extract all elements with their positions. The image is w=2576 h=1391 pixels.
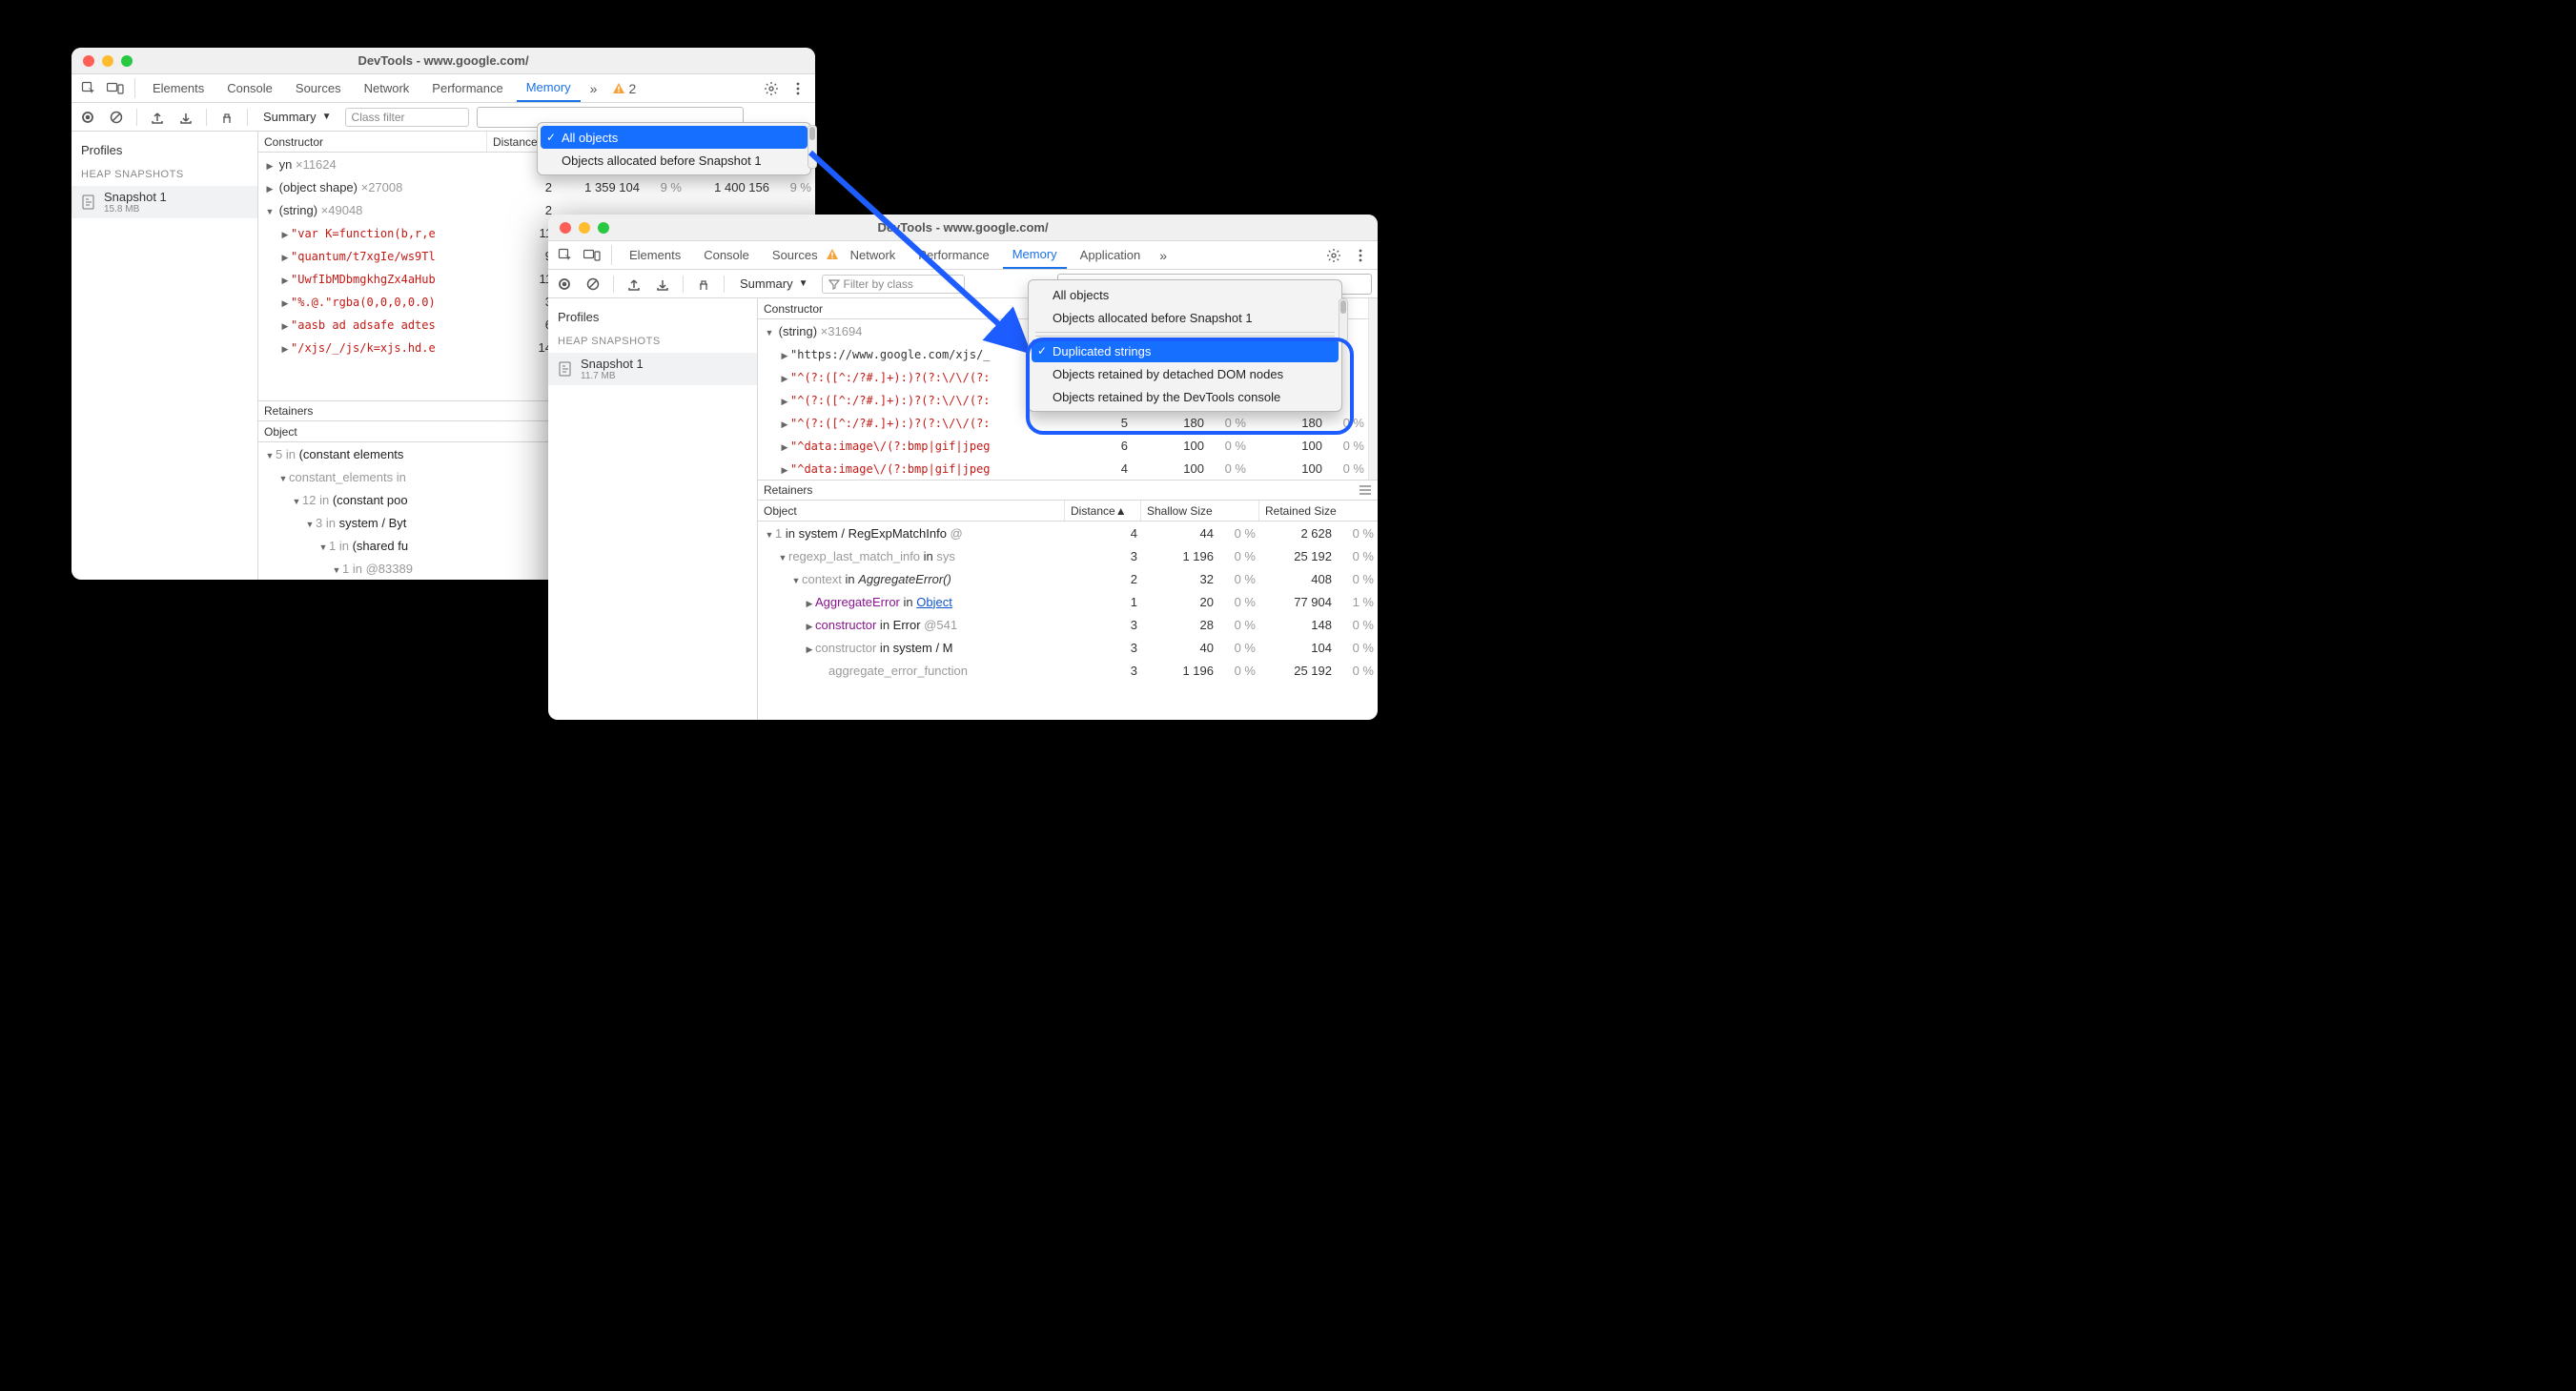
gc-icon[interactable] (693, 274, 714, 295)
download-icon[interactable] (652, 274, 673, 295)
table-row[interactable]: aggregate_error_function31 1960 %25 1920… (758, 659, 1378, 682)
tab-sources[interactable]: Sources (286, 74, 351, 102)
filter-opt-devtools-console[interactable]: Objects retained by the DevTools console (1032, 385, 1339, 408)
table-row[interactable]: ▶constructor in Error @5413280 %1480 % (758, 613, 1378, 636)
device-toggle-icon[interactable] (104, 74, 127, 102)
panel-tabbar: Elements Console Sources Network Perform… (548, 241, 1378, 270)
window-title: DevTools - www.google.com/ (548, 220, 1378, 235)
clear-button[interactable] (583, 274, 603, 295)
profiles-heading: Profiles (72, 137, 257, 163)
snapshot-item[interactable]: Snapshot 1 15.8 MB (72, 186, 257, 218)
heap-snapshots-heading: HEAP SNAPSHOTS (72, 163, 257, 186)
tab-memory[interactable]: Memory (1003, 241, 1067, 269)
filter-opt-before-snapshot-1[interactable]: Objects allocated before Snapshot 1 (541, 149, 808, 172)
filter-opt-detached-dom[interactable]: Objects retained by detached DOM nodes (1032, 362, 1339, 385)
tab-performance[interactable]: Performance (909, 241, 998, 269)
titlebar: DevTools - www.google.com/ (548, 215, 1378, 241)
panel-tabbar: Elements Console Sources Network Perform… (72, 74, 815, 103)
tab-application[interactable]: Application (1071, 241, 1151, 269)
table-row[interactable]: ▶"^data:image\/(?:bmp|gif|jpeg41000 %100… (758, 457, 1368, 480)
filter-opt-before-snapshot-1[interactable]: Objects allocated before Snapshot 1 (1032, 306, 1339, 329)
table-row[interactable]: ▶ (object shape) ×2700821 359 1049 %1 40… (258, 175, 815, 198)
tab-console[interactable]: Console (694, 241, 759, 269)
record-button[interactable] (77, 107, 98, 128)
inspect-icon[interactable] (77, 74, 100, 102)
table-row[interactable]: ▼1 in system / RegExpMatchInfo @4440 %2 … (758, 522, 1378, 544)
col-constructor[interactable]: Constructor (758, 298, 1057, 318)
table-row[interactable]: ▶constructor in system / M3400 %1040 % (758, 636, 1378, 659)
col-retained[interactable]: Retained Size (1259, 501, 1378, 521)
gc-icon[interactable] (216, 107, 237, 128)
download-icon[interactable] (175, 107, 196, 128)
tab-elements[interactable]: Elements (143, 74, 214, 102)
more-tabs-button[interactable]: » (584, 74, 603, 102)
tab-memory[interactable]: Memory (517, 74, 581, 102)
table-row[interactable]: ▼regexp_last_match_info in sys31 1960 %2… (758, 544, 1378, 567)
view-summary-dropdown[interactable]: Summary ▼ (257, 107, 337, 128)
profiles-sidebar: Profiles HEAP SNAPSHOTS Snapshot 1 15.8 … (72, 132, 258, 580)
tab-network[interactable]: Network (355, 74, 419, 102)
table-row[interactable]: ▶"^(?:([^:/?#.]+):)?(?:\/\/(?:51800 %180… (758, 411, 1368, 434)
filter-icon (828, 278, 840, 290)
tab-performance[interactable]: Performance (422, 74, 512, 102)
clear-button[interactable] (106, 107, 127, 128)
warning-triangle-icon (826, 248, 839, 261)
profiles-sidebar: Profiles HEAP SNAPSHOTS Snapshot 1 11.7 … (548, 298, 758, 720)
warnings-indicator[interactable]: 2 (606, 74, 642, 102)
retainers-header: Retainers (758, 480, 1378, 501)
device-toggle-icon[interactable] (581, 241, 603, 269)
view-summary-dropdown[interactable]: Summary ▼ (734, 274, 814, 295)
menu-lines-icon[interactable] (1359, 485, 1372, 495)
snapshot-icon (558, 361, 573, 377)
table-row[interactable]: ▶AggregateError in Object1200 %77 9041 % (758, 590, 1378, 613)
filter-opt-all-objects[interactable]: All objects (1032, 283, 1339, 306)
retainers-table-header: Object Distance▲ Shallow Size Retained S… (758, 501, 1378, 522)
tab-console[interactable]: Console (217, 74, 282, 102)
col-constructor[interactable]: Constructor (258, 132, 487, 152)
popover-scrollbar[interactable] (1339, 298, 1348, 342)
class-filter-input[interactable]: Filter by class (822, 275, 965, 294)
caret-down-icon: ▼ (799, 278, 808, 289)
filter-opt-all-objects[interactable]: All objects (541, 126, 808, 149)
popover-scrollbar[interactable] (808, 125, 817, 169)
caret-down-icon: ▼ (322, 112, 332, 122)
col-distance-sort[interactable]: Distance▲ (1065, 501, 1141, 521)
kebab-menu-icon[interactable] (1349, 241, 1372, 269)
settings-gear-icon[interactable] (760, 74, 783, 102)
tab-network[interactable]: Network (831, 241, 906, 269)
snapshot-item[interactable]: Snapshot 1 11.7 MB (548, 353, 757, 385)
tab-sources[interactable]: Sources (763, 241, 828, 269)
object-filter-menu-2: All objects Objects allocated before Sna… (1028, 279, 1342, 412)
heap-snapshots-heading: HEAP SNAPSHOTS (548, 330, 757, 353)
titlebar: DevTools - www.google.com/ (72, 48, 815, 74)
col-object[interactable]: Object (758, 501, 1065, 521)
table-row[interactable]: ▶"^data:image\/(?:bmp|gif|jpeg61000 %100… (758, 434, 1368, 457)
window-title: DevTools - www.google.com/ (72, 53, 815, 68)
inspect-icon[interactable] (554, 241, 577, 269)
upload-icon[interactable] (624, 274, 644, 295)
profiles-heading: Profiles (548, 304, 757, 330)
settings-gear-icon[interactable] (1322, 241, 1345, 269)
class-filter-input[interactable]: Class filter (345, 108, 469, 127)
tab-elements[interactable]: Elements (620, 241, 690, 269)
more-tabs-button[interactable]: » (1154, 241, 1173, 269)
upload-icon[interactable] (147, 107, 168, 128)
object-filter-menu-1: All objects Objects allocated before Sna… (537, 122, 811, 175)
snapshot-icon (81, 194, 96, 210)
col-shallow[interactable]: Shallow Size (1141, 501, 1259, 521)
retainers-rows: ▼1 in system / RegExpMatchInfo @4440 %2 … (758, 522, 1378, 720)
kebab-menu-icon[interactable] (787, 74, 809, 102)
vertical-scrollbar[interactable] (1368, 298, 1378, 480)
record-button[interactable] (554, 274, 575, 295)
filter-opt-duplicated-strings[interactable]: Duplicated strings (1032, 339, 1339, 362)
table-row[interactable]: ▼context in AggregateError()2320 %4080 % (758, 567, 1378, 590)
